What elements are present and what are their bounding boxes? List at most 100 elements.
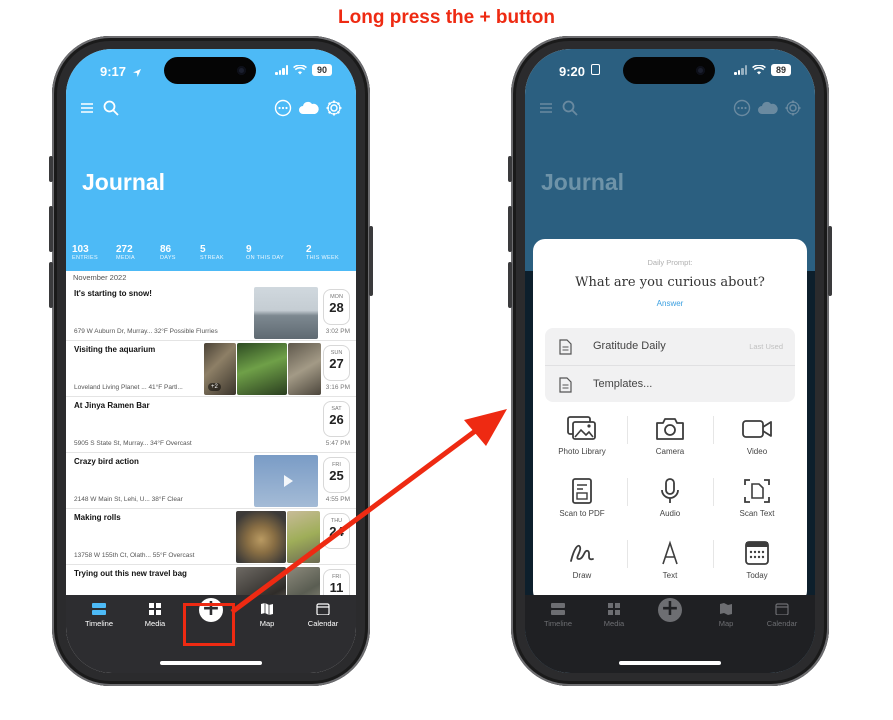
entry-video (254, 455, 318, 507)
stat-label: STREAK (200, 255, 224, 261)
front-camera (696, 66, 705, 75)
stat-on-this-day[interactable]: 9 ON THIS DAY (246, 244, 306, 261)
action-label: Scan Text (739, 509, 775, 518)
action-label: Today (746, 571, 768, 580)
tab-label: Media (144, 619, 166, 628)
more-icon[interactable] (274, 99, 296, 121)
stat-label: MEDIA (116, 255, 135, 261)
journal-entry[interactable]: Making rolls 13758 W 155th Ct, Olath... … (66, 509, 356, 565)
instruction-headline: Long press the + button (338, 7, 555, 28)
entry-title: Making rolls (74, 513, 121, 522)
journal-entry[interactable]: Crazy bird action 2148 W Main St, Lehi, … (66, 453, 356, 509)
today-button[interactable]: Today (714, 539, 800, 580)
date-badge: SUN 27 (323, 345, 350, 381)
month-header: November 2022 (73, 273, 127, 282)
photo-library-icon (567, 416, 596, 440)
tab-media[interactable]: Media (130, 603, 180, 628)
scan-text-button[interactable]: Scan Text (714, 477, 800, 518)
answer-link[interactable]: Answer (533, 299, 807, 308)
screen-right: 9:20 89 Journal Daily Prompt: What are y… (525, 49, 815, 673)
scan-text-icon (744, 479, 770, 503)
tutorial-canvas: Long press the + button 9:17 90 Journal … (0, 0, 893, 720)
mute-switch (508, 156, 512, 182)
power-button (369, 226, 373, 296)
stat-label: DAYS (160, 255, 176, 261)
new-entry-sheet: Daily Prompt: What are you curious about… (533, 239, 807, 603)
text-icon (662, 540, 678, 565)
stat-label: ON THIS DAY (246, 255, 284, 261)
stat-label: THIS WEEK (306, 255, 339, 261)
media-grid-icon (149, 603, 161, 615)
battery-indicator: 89 (771, 64, 791, 76)
stat-days[interactable]: 86 DAYS (160, 244, 200, 261)
journal-entry[interactable]: Visiting the aquarium Loveland Living Pl… (66, 341, 356, 397)
tab-timeline: Timeline (533, 603, 583, 628)
dynamic-island (164, 57, 256, 84)
action-label: Camera (655, 447, 685, 456)
document-icon (559, 377, 572, 393)
tab-label: Map (718, 619, 734, 628)
tab-media: Media (589, 603, 639, 628)
search-icon[interactable] (102, 99, 124, 121)
page-title: Journal (82, 169, 166, 195)
home-indicator[interactable] (619, 661, 721, 665)
entry-photo (237, 343, 287, 395)
action-label: Video (746, 447, 768, 456)
microphone-icon (661, 478, 679, 503)
gear-icon[interactable] (325, 99, 347, 121)
journal-entry[interactable]: It's starting to snow! 679 W Auburn Dr, … (66, 285, 356, 341)
phone-left: 9:17 90 Journal 103 ENTRIES 272 MEDIA 86… (49, 36, 373, 686)
date-day: 27 (329, 356, 344, 371)
video-button[interactable]: Video (714, 415, 800, 456)
home-indicator[interactable] (160, 661, 262, 665)
mute-switch (49, 156, 53, 182)
action-label: Text (662, 571, 678, 580)
date-day: 24 (329, 524, 344, 539)
menu-icon[interactable] (78, 99, 100, 121)
tab-timeline[interactable]: Timeline (74, 603, 124, 628)
status-time: 9:17 (100, 64, 127, 79)
cloud-icon (757, 99, 779, 121)
tab-label: Calendar (766, 619, 798, 628)
volume-up-button (49, 206, 53, 252)
stat-this-week[interactable]: 2 THIS WEEK (306, 244, 350, 261)
stat-streak[interactable]: 5 STREAK (200, 244, 246, 261)
calendar-icon (745, 541, 769, 565)
templates-button[interactable]: Templates... (545, 365, 795, 402)
photo-library-button[interactable]: Photo Library (539, 415, 625, 456)
plus-button-highlight (183, 603, 235, 646)
journal-entry[interactable]: At Jinya Ramen Bar 5905 S State St, Murr… (66, 397, 356, 453)
cloud-icon[interactable] (298, 99, 320, 121)
gear-icon (784, 99, 806, 121)
entry-meta: 2148 W Main St, Lehi, U... 38°F Clear (74, 496, 183, 503)
new-entry-plus-button[interactable]: + (658, 598, 682, 622)
scan-to-pdf-button[interactable]: Scan to PDF (539, 477, 625, 518)
play-icon (284, 475, 293, 487)
tab-calendar[interactable]: Calendar (298, 603, 348, 628)
date-badge: THU 24 (323, 513, 350, 549)
draw-button[interactable]: Draw (539, 539, 625, 580)
template-label: Gratitude Daily (593, 340, 666, 352)
dynamic-island (623, 57, 715, 84)
stat-media[interactable]: 272 MEDIA (116, 244, 160, 261)
stat-value: 103 (72, 244, 89, 255)
text-button[interactable]: Text (627, 539, 713, 580)
stat-entries[interactable]: 103 ENTRIES (72, 244, 116, 261)
daily-prompt-label: Daily Prompt: (647, 258, 693, 267)
media-grid-icon (608, 603, 620, 615)
draw-icon (570, 544, 594, 562)
template-gratitude-daily[interactable]: Gratitude Daily Last Used (545, 328, 795, 365)
date-day: 11 (329, 580, 344, 595)
stat-value: 272 (116, 244, 133, 255)
more-photos-badge: +2 (208, 383, 221, 391)
more-icon (733, 99, 755, 121)
tab-map[interactable]: Map (242, 603, 292, 628)
power-button (828, 226, 832, 296)
camera-button[interactable]: Camera (627, 415, 713, 456)
date-day: 28 (329, 300, 344, 315)
entry-time: 5:47 PM (325, 440, 350, 447)
wifi-icon (293, 65, 307, 75)
audio-button[interactable]: Audio (627, 477, 713, 518)
tab-label: Map (259, 619, 275, 628)
tab-label: Calendar (307, 619, 339, 628)
